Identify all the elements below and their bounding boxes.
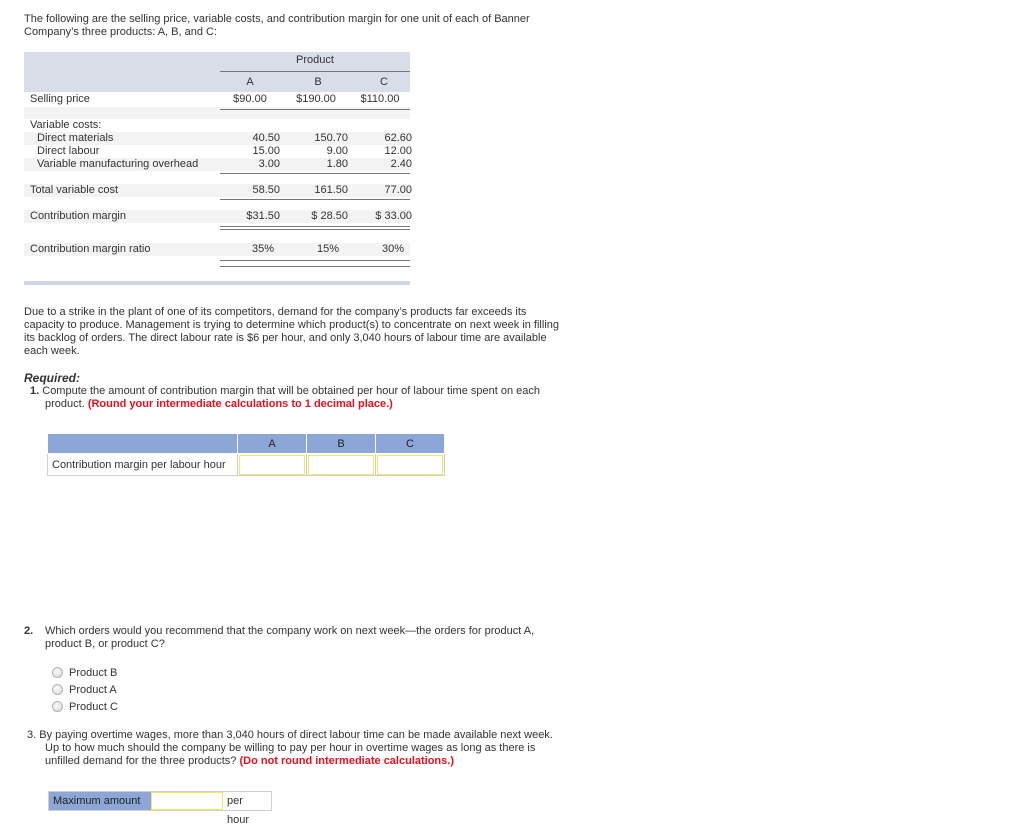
table-header: Product A B C Selling price $90.00 $190.… bbox=[24, 52, 410, 107]
value-a: $90.00 bbox=[233, 93, 267, 105]
divider bbox=[220, 266, 410, 267]
cm-per-hour-b-input[interactable] bbox=[308, 454, 374, 475]
divider bbox=[220, 260, 410, 261]
value-a: 35% bbox=[251, 243, 274, 255]
product-group-header: Product bbox=[220, 53, 410, 72]
value-a: 3.00 bbox=[258, 158, 280, 170]
row-label: Contribution margin ratio bbox=[30, 243, 151, 255]
question-3: 3. By paying overtime wages, more than 3… bbox=[27, 729, 567, 768]
cell-b bbox=[306, 453, 376, 476]
row-label: Variable manufacturing overhead bbox=[37, 158, 199, 170]
value-c: 77.00 bbox=[384, 184, 412, 196]
question-1: 1. Compute the amount of contribution ma… bbox=[30, 385, 570, 411]
blank-header bbox=[47, 433, 238, 454]
divider bbox=[220, 109, 410, 110]
row-label: Direct labour bbox=[37, 145, 100, 157]
scenario-text: Due to a strike in the plant of one of i… bbox=[24, 306, 559, 357]
radio-button[interactable] bbox=[52, 701, 63, 712]
value-a: 40.50 bbox=[252, 132, 280, 144]
divider bbox=[220, 199, 410, 200]
value-c: 12.00 bbox=[384, 145, 412, 157]
cell-a bbox=[237, 453, 307, 476]
column-header-a: A bbox=[246, 76, 254, 88]
row-label: Contribution margin per labour hour bbox=[47, 453, 238, 476]
rounding-note: (Round your intermediate calculations to… bbox=[87, 398, 393, 410]
value-b: 150.70 bbox=[314, 132, 348, 144]
radio-option-product-b[interactable]: Product B bbox=[52, 664, 118, 681]
required-heading: Required: bbox=[24, 371, 81, 385]
question-number: 1. bbox=[30, 385, 40, 397]
row-label: Contribution margin bbox=[30, 210, 126, 222]
value-a: 15.00 bbox=[252, 145, 280, 157]
product-radio-group: Product B Product A Product C bbox=[52, 664, 118, 715]
cm-per-hour-a-input[interactable] bbox=[239, 454, 305, 475]
divider bbox=[220, 173, 410, 174]
maximum-amount-label: Maximum amount bbox=[49, 792, 151, 810]
contribution-margin-row: Contribution margin $31.50 $ 28.50 $ 33.… bbox=[24, 210, 412, 223]
value-a: 58.50 bbox=[252, 184, 280, 196]
column-header-a: A bbox=[237, 433, 307, 454]
question-2: 2. Which orders would you recommend that … bbox=[24, 625, 564, 651]
overhead-row: Variable manufacturing overhead 3.00 1.8… bbox=[24, 158, 412, 171]
value-c: 62.60 bbox=[384, 132, 412, 144]
value-b: 161.50 bbox=[314, 184, 348, 196]
cm-per-hour-c-input[interactable] bbox=[377, 454, 443, 475]
column-header-b: B bbox=[306, 433, 376, 454]
maximum-amount-input[interactable] bbox=[151, 792, 223, 810]
value-b: 9.00 bbox=[326, 145, 348, 157]
divider bbox=[220, 229, 410, 230]
question-number: 3. bbox=[27, 729, 37, 741]
value-c: 2.40 bbox=[390, 158, 412, 170]
value-c: 30% bbox=[381, 243, 404, 255]
column-header-c: C bbox=[380, 76, 388, 88]
direct-labour-row: Direct labour 15.00 9.00 12.00 bbox=[24, 145, 412, 158]
row-label: Total variable cost bbox=[30, 184, 119, 196]
option-label: Product C bbox=[69, 700, 118, 713]
divider bbox=[220, 226, 410, 227]
table-footer-bar bbox=[24, 281, 410, 285]
value-b: $ 28.50 bbox=[311, 210, 348, 222]
value-b: 15% bbox=[316, 243, 339, 255]
question-number: 2. bbox=[24, 625, 34, 637]
selling-price-row: Selling price $90.00 $190.00 $110.00 bbox=[24, 92, 410, 107]
radio-button[interactable] bbox=[52, 684, 63, 695]
cell-c bbox=[375, 453, 445, 476]
row-label: Variable costs: bbox=[30, 119, 102, 131]
product-data-table: Product A B C Selling price $90.00 $190.… bbox=[24, 52, 412, 267]
option-label: Product B bbox=[69, 666, 118, 679]
row-label: Selling price bbox=[30, 93, 90, 105]
variable-costs-header-row: Variable costs: bbox=[24, 119, 410, 132]
value-c: $110.00 bbox=[360, 93, 400, 105]
maximum-amount-row: Maximum amount per hour bbox=[48, 791, 272, 826]
question-text: Which orders would you recommend that th… bbox=[45, 625, 535, 650]
value-a: $31.50 bbox=[246, 210, 280, 222]
row-label: Direct materials bbox=[37, 132, 114, 144]
intro-text: The following are the selling price, var… bbox=[24, 13, 530, 38]
per-hour-suffix: per hour bbox=[227, 795, 250, 826]
value-c: $ 33.00 bbox=[375, 210, 412, 222]
direct-materials-row: Direct materials 40.50 150.70 62.60 bbox=[24, 132, 412, 145]
value-b: $190.00 bbox=[296, 93, 336, 105]
value-b: 1.80 bbox=[326, 158, 348, 170]
radio-option-product-a[interactable]: Product A bbox=[52, 681, 118, 698]
column-header-b: B bbox=[314, 76, 322, 88]
total-variable-cost-row: Total variable cost 58.50 161.50 77.00 bbox=[24, 184, 412, 197]
cm-ratio-row: Contribution margin ratio 35% 15% 30% bbox=[24, 243, 410, 256]
rounding-note: (Do not round intermediate calculations.… bbox=[239, 755, 454, 767]
column-header-c: C bbox=[375, 433, 445, 454]
radio-button[interactable] bbox=[52, 667, 63, 678]
radio-option-product-c[interactable]: Product C bbox=[52, 698, 118, 715]
answer-table: A B C Contribution margin per labour hou… bbox=[47, 433, 445, 476]
option-label: Product A bbox=[69, 683, 117, 696]
